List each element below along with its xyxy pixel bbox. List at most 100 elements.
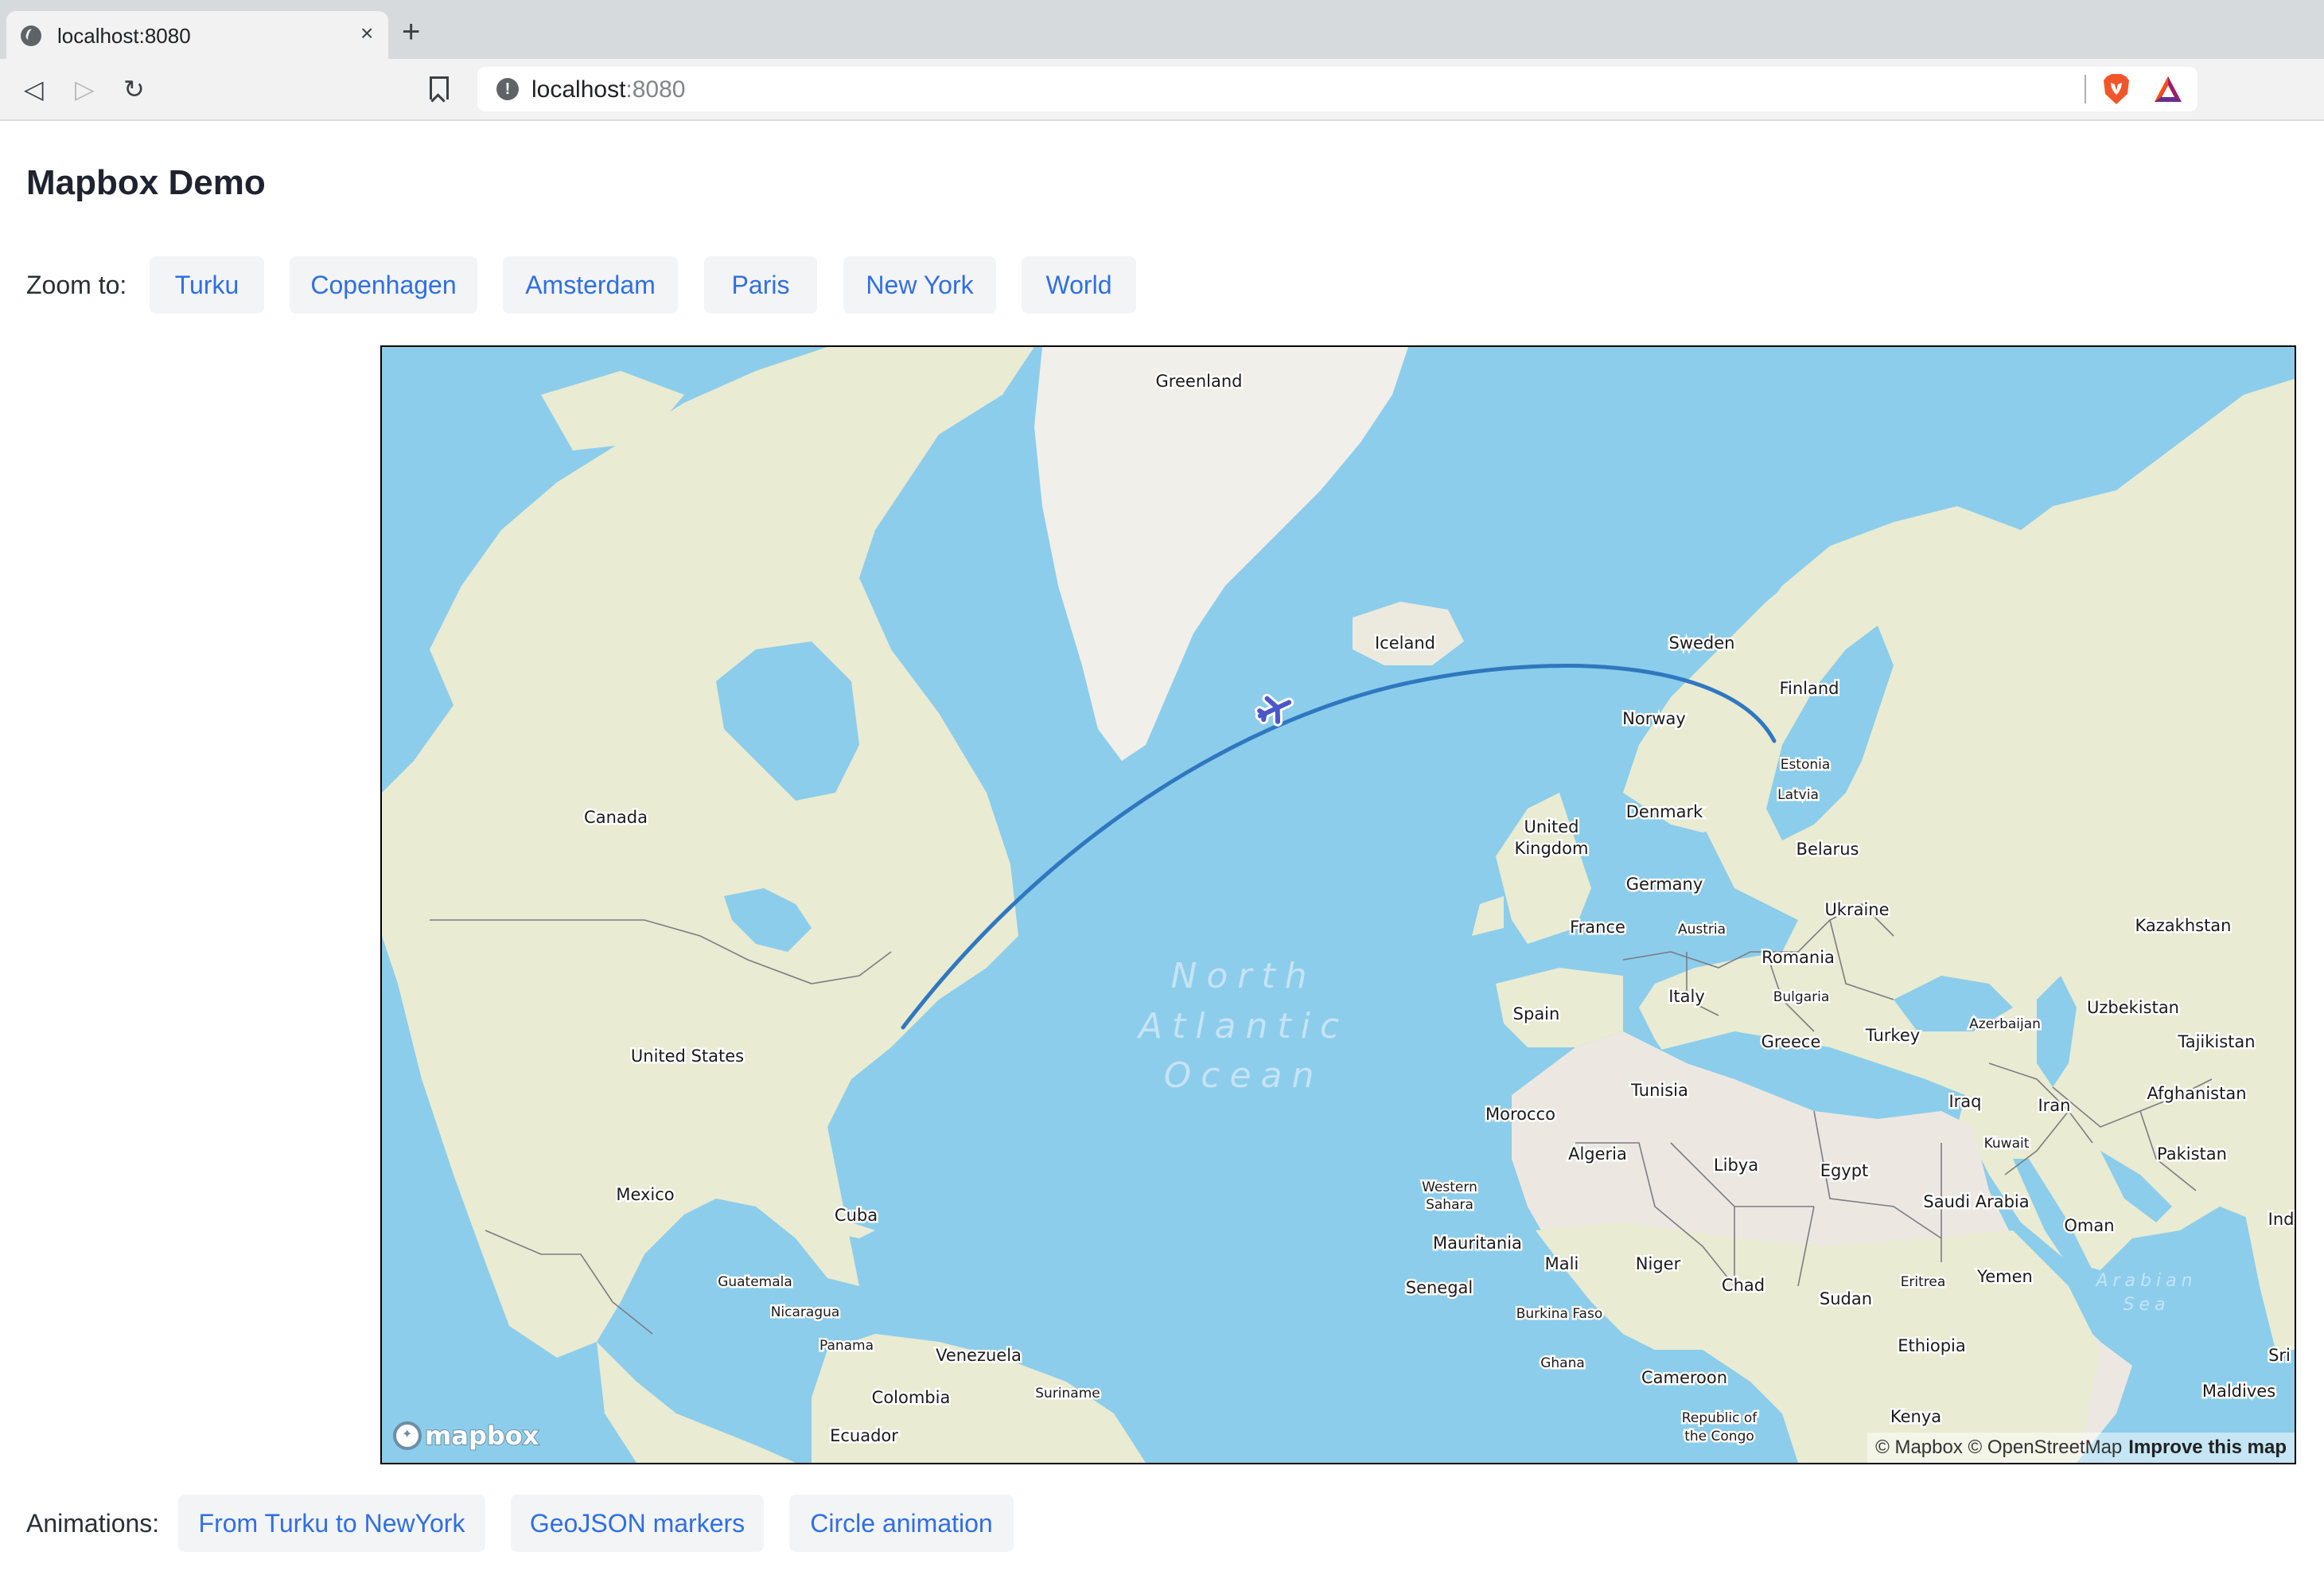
ocean-label-line: Arabian xyxy=(2094,1271,2197,1291)
country-label: Kenya xyxy=(1890,1407,1941,1426)
map-svg[interactable]: North Atlantic Ocean Arabian Sea Greenla… xyxy=(382,347,2295,1463)
country-label: Ukraine xyxy=(1824,900,1889,919)
country-label: Burkina Faso xyxy=(1516,1306,1602,1322)
divider xyxy=(2085,75,2086,103)
ocean-label-north-atlantic: North Atlantic Ocean xyxy=(1136,956,1349,1096)
country-label: Iraq xyxy=(1948,1092,1981,1111)
forward-arrow-icon[interactable]: ▷ xyxy=(75,76,95,102)
country-label: Austria xyxy=(1678,922,1726,938)
country-label: Niger xyxy=(1636,1254,1681,1273)
country-label: Libya xyxy=(1714,1156,1758,1175)
country-label: Cuba xyxy=(835,1206,878,1225)
mapbox-logo-icon xyxy=(393,1421,422,1450)
country-label: Republic of xyxy=(1682,1410,1758,1426)
country-label: Oman xyxy=(2064,1216,2114,1235)
country-label: Turkey xyxy=(1865,1026,1920,1045)
country-label: Bulgaria xyxy=(1773,989,1830,1005)
country-label: Denmark xyxy=(1626,802,1703,821)
ocean-label-line: North xyxy=(1170,956,1316,996)
country-label: Indi xyxy=(2268,1210,2295,1229)
improve-map-link[interactable]: Improve this map xyxy=(2128,1437,2287,1458)
country-label: Spain xyxy=(1513,1004,1560,1023)
country-label: Eritrea xyxy=(1901,1274,1946,1290)
country-label: Sweden xyxy=(1669,634,1735,653)
country-label: the Congo xyxy=(1684,1429,1754,1444)
url-text[interactable]: localhost:8080 xyxy=(531,76,685,103)
country-label: Ethiopia xyxy=(1898,1336,1966,1355)
country-label: Western xyxy=(1422,1179,1477,1195)
country-label: Suriname xyxy=(1035,1386,1100,1402)
landmass-central-america xyxy=(597,1342,796,1463)
brave-lion-icon[interactable] xyxy=(2102,73,2131,105)
country-label: Uzbekistan xyxy=(2087,998,2179,1017)
country-label: Greenland xyxy=(1156,372,1243,391)
sahel xyxy=(1536,1222,2100,1463)
country-label: Cameroon xyxy=(1641,1368,1727,1387)
map-attribution: © Mapbox © OpenStreetMap Improve this map xyxy=(1867,1433,2295,1463)
url-port: :8080 xyxy=(625,76,686,103)
country-label: Canada xyxy=(584,808,648,827)
country-label: Nicaragua xyxy=(771,1304,840,1320)
animations-label: Animations: xyxy=(26,1509,160,1538)
country-label: Ecuador xyxy=(830,1426,898,1445)
country-label: Kingdom xyxy=(1515,839,1589,858)
ocean-label-line: Atlantic xyxy=(1136,1006,1349,1047)
country-label: Sudan xyxy=(1820,1289,1872,1308)
country-label: Iceland xyxy=(1375,634,1435,653)
back-arrow-icon[interactable]: ◁ xyxy=(24,76,44,102)
country-label: Panama xyxy=(819,1338,874,1354)
animation-circle-button[interactable]: Circle animation xyxy=(789,1495,1014,1552)
country-label: Tunisia xyxy=(1630,1081,1688,1100)
address-bar[interactable]: ! localhost:8080 xyxy=(477,67,2197,111)
country-label: Ghana xyxy=(1540,1355,1585,1371)
country-label: Guatemala xyxy=(718,1274,792,1290)
reload-icon[interactable]: ↻ xyxy=(123,76,145,102)
country-label: Morocco xyxy=(1485,1105,1555,1124)
country-label: Pakistan xyxy=(2157,1144,2227,1164)
info-icon[interactable]: ! xyxy=(496,78,519,100)
country-label: Germany xyxy=(1626,875,1703,894)
landmass-north-america xyxy=(382,347,1034,1358)
ocean-label-line: Ocean xyxy=(1164,1055,1324,1096)
country-label: Norway xyxy=(1622,709,1686,728)
globe-icon xyxy=(21,25,41,46)
attribution-text[interactable]: © Mapbox © OpenStreetMap xyxy=(1875,1437,2122,1458)
country-label: Kuwait xyxy=(1984,1136,2030,1152)
country-label: Chad xyxy=(1722,1276,1765,1295)
map-canvas[interactable]: North Atlantic Ocean Arabian Sea Greenla… xyxy=(380,345,2296,1464)
browser-tab[interactable]: localhost:8080 × xyxy=(6,11,388,59)
mapbox-logo-text: mapbox xyxy=(424,1420,539,1452)
animation-turku-newyork-button[interactable]: From Turku to NewYork xyxy=(178,1495,485,1552)
bookmark-icon[interactable] xyxy=(430,76,449,99)
country-label: Estonia xyxy=(1781,757,1831,773)
bat-triangle-icon[interactable] xyxy=(2153,75,2183,103)
country-label: Colombia xyxy=(872,1388,951,1407)
zoom-new-york-button[interactable]: New York xyxy=(843,256,996,314)
country-label: Afghanistan xyxy=(2147,1084,2246,1103)
close-icon[interactable]: × xyxy=(360,21,373,46)
animation-geojson-markers-button[interactable]: GeoJSON markers xyxy=(511,1495,764,1552)
zoom-amsterdam-button[interactable]: Amsterdam xyxy=(503,256,678,314)
zoom-turku-button[interactable]: Turku xyxy=(150,256,264,314)
country-label: United States xyxy=(631,1047,744,1066)
country-label: Mali xyxy=(1545,1254,1579,1273)
country-label: Egypt xyxy=(1820,1161,1869,1180)
country-label: United xyxy=(1524,817,1579,836)
country-label: Latvia xyxy=(1777,787,1819,803)
zoom-world-button[interactable]: World xyxy=(1022,256,1136,314)
country-label: Yemen xyxy=(1976,1267,2033,1286)
country-label: Belarus xyxy=(1797,840,1859,859)
country-label: Sahara xyxy=(1426,1197,1473,1213)
mapbox-logo[interactable]: mapbox xyxy=(393,1420,539,1452)
page-title: Mapbox Demo xyxy=(26,163,266,202)
zoom-paris-button[interactable]: Paris xyxy=(704,256,817,314)
country-label: Mexico xyxy=(616,1185,674,1204)
country-label: France xyxy=(1570,918,1625,937)
country-label: Algeria xyxy=(1568,1144,1627,1164)
plus-icon[interactable]: + xyxy=(402,16,420,48)
url-host: localhost xyxy=(531,76,626,103)
tab-strip: localhost:8080 × + xyxy=(0,0,2324,59)
zoom-copenhagen-button[interactable]: Copenhagen xyxy=(290,256,477,314)
zoom-to-label: Zoom to: xyxy=(26,271,127,299)
country-label: Italy xyxy=(1668,987,1705,1006)
